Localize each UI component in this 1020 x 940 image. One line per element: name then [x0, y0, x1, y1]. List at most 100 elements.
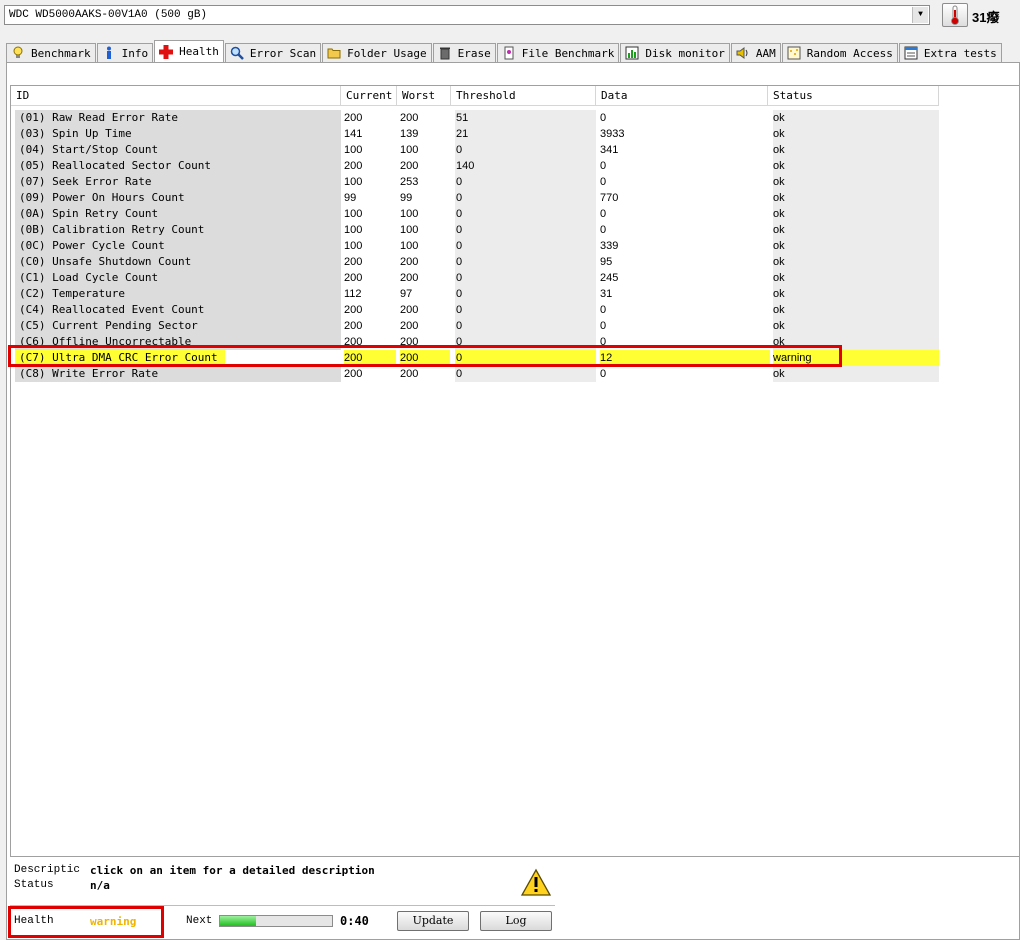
cell-threshold: 51: [455, 110, 596, 126]
cell-data: 0: [600, 112, 607, 124]
table-row[interactable]: (07) Seek Error Rate 100 253 0 0 ok: [11, 174, 1019, 190]
status-value: n/a: [90, 879, 110, 892]
next-label: Next: [186, 915, 213, 927]
table-row[interactable]: (C2) Temperature 112 97 0 31 ok: [11, 286, 1019, 302]
cell-current: 200: [344, 368, 363, 380]
cell-current: 200: [344, 112, 363, 124]
tab-label: Random Access: [806, 46, 893, 60]
cell-id: (C4) Reallocated Event Count: [15, 302, 341, 318]
table-row[interactable]: (03) Spin Up Time 141 139 21 3933 ok: [11, 126, 1019, 142]
table-row[interactable]: (01) Raw Read Error Rate 200 200 51 0 ok: [11, 110, 1019, 126]
countdown-timer: 0:40: [340, 914, 369, 928]
red-cross-icon: [159, 44, 174, 59]
cell-current: 100: [344, 208, 363, 220]
cell-threshold: 0: [455, 174, 596, 190]
table-row[interactable]: (09) Power On Hours Count 99 99 0 770 ok: [11, 190, 1019, 206]
tab-health[interactable]: Health: [154, 40, 224, 62]
cell-threshold: 0: [455, 302, 596, 318]
table-row[interactable]: (C8) Write Error Rate 200 200 0 0 ok: [11, 366, 1019, 382]
column-header-id[interactable]: ID: [11, 86, 341, 106]
cell-data: 3933: [600, 128, 625, 140]
cell-current: 99: [344, 192, 357, 204]
cell-threshold: 0: [455, 190, 596, 206]
tab-random-access[interactable]: Random Access: [781, 43, 898, 62]
tab-label: Erase: [457, 46, 491, 60]
cell-id: (C1) Load Cycle Count: [15, 270, 341, 286]
cell-status: ok: [773, 286, 939, 302]
lightbulb-icon: [11, 46, 25, 60]
cell-status: ok: [773, 270, 939, 286]
tab-info[interactable]: Info: [96, 43, 154, 62]
cell-worst: 100: [400, 208, 419, 220]
cell-data: 0: [600, 224, 607, 236]
cell-worst: 200: [400, 272, 419, 284]
cell-worst: 200: [400, 256, 419, 268]
column-header-threshold[interactable]: Threshold: [451, 86, 596, 106]
table-row[interactable]: (C4) Reallocated Event Count 200 200 0 0 ok: [11, 302, 1019, 318]
cell-worst: 200: [400, 112, 419, 124]
cell-threshold: 0: [455, 286, 596, 302]
cell-current: 200: [344, 304, 363, 316]
tab-benchmark[interactable]: Benchmark: [6, 43, 96, 62]
cell-threshold: 0: [455, 254, 596, 270]
log-button[interactable]: Log: [480, 911, 552, 931]
table-row[interactable]: (0B) Calibration Retry Count 100 100 0 0 ok: [11, 222, 1019, 238]
column-header-data[interactable]: Data: [596, 86, 768, 106]
tab-disk-monitor[interactable]: Disk monitor: [620, 43, 730, 62]
table-row[interactable]: (04) Start/Stop Count 100 100 0 341 ok: [11, 142, 1019, 158]
folder-icon: [327, 46, 341, 60]
cell-threshold: 140: [455, 158, 596, 174]
table-row[interactable]: (C0) Unsafe Shutdown Count 200 200 0 95 ok: [11, 254, 1019, 270]
health-highlight: [8, 906, 164, 938]
tab-file-benchmark[interactable]: File Benchmark: [496, 43, 620, 62]
cell-id: (C2) Temperature: [15, 286, 341, 302]
temperature-button[interactable]: [942, 3, 968, 27]
cell-data: 31: [600, 288, 613, 300]
cell-status: ok: [773, 190, 939, 206]
cell-worst: 200: [400, 160, 419, 172]
cell-current: 200: [344, 160, 363, 172]
tab-label: Disk monitor: [645, 46, 725, 60]
tab-aam[interactable]: AAM: [730, 43, 781, 62]
description-value: click on an item for a detailed descript…: [90, 864, 375, 877]
cell-threshold: 0: [455, 366, 596, 382]
column-header-current[interactable]: Current: [341, 86, 397, 106]
description-label: Descriptic: [14, 864, 81, 876]
cell-status: ok: [773, 222, 939, 238]
cell-id: (03) Spin Up Time: [15, 126, 341, 142]
drive-select[interactable]: WDC WD5000AAKS-00V1A0 (500 gB) ▼: [4, 5, 930, 25]
smart-table: ID Current Worst Threshold Data Status (…: [10, 85, 1020, 857]
next-scan-progress: [219, 915, 333, 927]
cell-data: 0: [600, 160, 607, 172]
cell-status: ok: [773, 254, 939, 270]
cell-current: 100: [344, 176, 363, 188]
cell-id: (C5) Current Pending Sector: [15, 318, 341, 334]
cell-worst: 200: [400, 304, 419, 316]
cell-current: 141: [344, 128, 363, 140]
column-header-status[interactable]: Status: [768, 86, 939, 106]
chevron-down-icon[interactable]: ▼: [912, 7, 928, 23]
info-icon: [102, 46, 116, 60]
column-header-worst[interactable]: Worst: [397, 86, 451, 106]
cell-worst: 99: [400, 192, 413, 204]
cell-status: ok: [773, 174, 939, 190]
table-row[interactable]: (05) Reallocated Sector Count 200 200 140 0 o…: [11, 158, 1019, 174]
tab-label: Error Scan: [249, 46, 317, 60]
cell-data: 0: [600, 208, 607, 220]
tab-erase[interactable]: Erase: [432, 43, 496, 62]
cell-data: 95: [600, 256, 613, 268]
cell-id: (0B) Calibration Retry Count: [15, 222, 341, 238]
tab-error-scan[interactable]: Error Scan: [224, 43, 322, 62]
cell-id: (0A) Spin Retry Count: [15, 206, 341, 222]
tab-extra-tests[interactable]: Extra tests: [898, 43, 1002, 62]
table-row[interactable]: (0C) Power Cycle Count 100 100 0 339 ok: [11, 238, 1019, 254]
cell-status: ok: [773, 126, 939, 142]
table-row[interactable]: (0A) Spin Retry Count 100 100 0 0 ok: [11, 206, 1019, 222]
cell-status: ok: [773, 238, 939, 254]
cell-current: 100: [344, 224, 363, 236]
cell-worst: 200: [400, 320, 419, 332]
table-row[interactable]: (C5) Current Pending Sector 200 200 0 0 ok: [11, 318, 1019, 334]
table-row[interactable]: (C1) Load Cycle Count 200 200 0 245 ok: [11, 270, 1019, 286]
update-button[interactable]: Update: [397, 911, 469, 931]
tab-folder-usage[interactable]: Folder Usage: [322, 43, 432, 62]
